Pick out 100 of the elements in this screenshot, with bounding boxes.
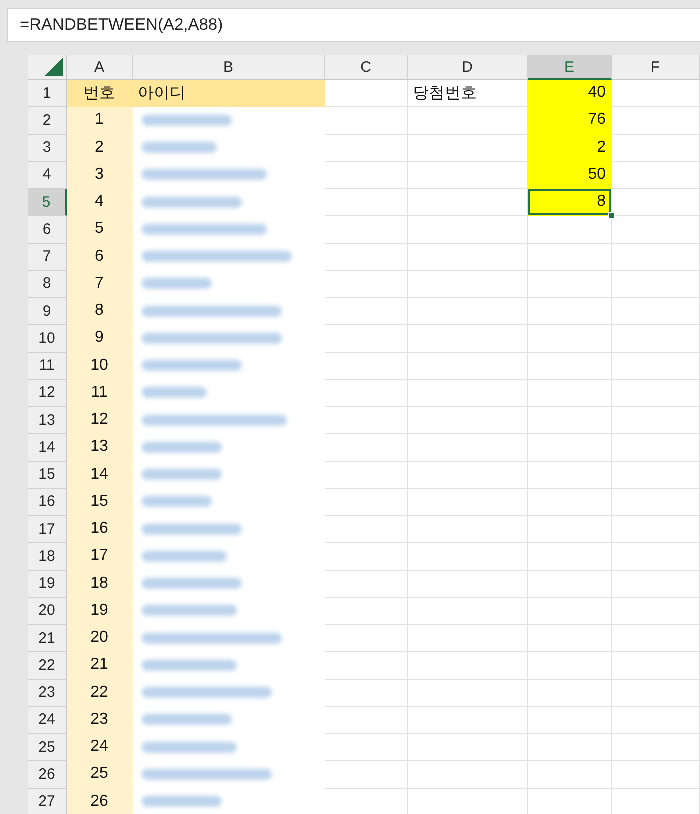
spreadsheet-cell[interactable] xyxy=(528,680,612,707)
spreadsheet-cell[interactable]: 25 xyxy=(67,761,133,788)
spreadsheet-cell[interactable] xyxy=(528,298,612,326)
row-header[interactable]: 25 xyxy=(28,734,67,762)
spreadsheet-cell[interactable] xyxy=(408,434,528,462)
spreadsheet-cell[interactable] xyxy=(612,434,700,462)
spreadsheet-cell[interactable] xyxy=(325,734,408,762)
row-header[interactable]: 17 xyxy=(28,516,67,544)
spreadsheet-cell[interactable] xyxy=(528,488,612,516)
spreadsheet-cell[interactable] xyxy=(612,488,700,516)
spreadsheet-cell[interactable] xyxy=(528,352,612,380)
spreadsheet-cell[interactable] xyxy=(408,761,528,788)
spreadsheet-cell[interactable] xyxy=(408,625,528,652)
spreadsheet-cell[interactable] xyxy=(612,325,700,352)
spreadsheet-cell[interactable] xyxy=(528,462,612,489)
spreadsheet-cell[interactable]: 8 xyxy=(67,298,133,326)
spreadsheet-cell[interactable]: 40 xyxy=(528,80,612,108)
spreadsheet-cell[interactable] xyxy=(408,706,528,734)
row-header[interactable]: 27 xyxy=(28,788,67,814)
row-header[interactable]: 21 xyxy=(28,625,67,652)
spreadsheet-cell[interactable] xyxy=(325,162,408,189)
spreadsheet-cell[interactable]: 6 xyxy=(67,244,133,271)
row-header[interactable]: 24 xyxy=(28,706,67,734)
spreadsheet-cell[interactable] xyxy=(325,488,408,516)
spreadsheet-cell[interactable] xyxy=(612,216,700,244)
spreadsheet-cell[interactable] xyxy=(408,462,528,489)
spreadsheet-cell[interactable] xyxy=(408,325,528,352)
spreadsheet-cell[interactable]: 18 xyxy=(67,570,133,598)
spreadsheet-cell[interactable] xyxy=(528,598,612,625)
spreadsheet-cell[interactable] xyxy=(325,543,408,570)
spreadsheet-cell[interactable] xyxy=(612,652,700,680)
spreadsheet-cell[interactable] xyxy=(528,734,612,762)
spreadsheet-cell[interactable] xyxy=(528,652,612,680)
spreadsheet-cell[interactable] xyxy=(408,680,528,707)
spreadsheet-cell[interactable]: 3 xyxy=(67,162,133,189)
spreadsheet-cell[interactable] xyxy=(612,107,700,134)
spreadsheet-cell[interactable] xyxy=(408,598,528,625)
spreadsheet-cell[interactable]: 50 xyxy=(528,162,612,189)
spreadsheet-cell[interactable]: 11 xyxy=(67,380,133,407)
spreadsheet-cell[interactable] xyxy=(325,788,408,814)
spreadsheet-cell[interactable] xyxy=(528,216,612,244)
spreadsheet-cell[interactable]: 20 xyxy=(67,625,133,652)
spreadsheet-cell[interactable] xyxy=(325,80,408,108)
spreadsheet-cell[interactable]: 9 xyxy=(67,325,133,352)
row-header[interactable]: 22 xyxy=(28,652,67,680)
spreadsheet-cell[interactable]: 5 xyxy=(67,216,133,244)
spreadsheet-cell[interactable] xyxy=(612,570,700,598)
row-header[interactable]: 1 xyxy=(28,80,67,108)
spreadsheet-cell[interactable] xyxy=(325,352,408,380)
row-header[interactable]: 9 xyxy=(28,298,67,326)
spreadsheet-cell[interactable]: 23 xyxy=(67,706,133,734)
spreadsheet-cell[interactable] xyxy=(612,134,700,162)
spreadsheet-cell[interactable] xyxy=(408,270,528,298)
row-header[interactable]: 6 xyxy=(28,216,67,244)
spreadsheet-cell[interactable] xyxy=(408,380,528,407)
spreadsheet-cell[interactable] xyxy=(325,570,408,598)
spreadsheet-cell[interactable]: 26 xyxy=(67,788,133,814)
spreadsheet-cell[interactable] xyxy=(325,761,408,788)
spreadsheet-cell[interactable]: 24 xyxy=(67,734,133,762)
spreadsheet-cell[interactable] xyxy=(612,788,700,814)
row-header[interactable]: 19 xyxy=(28,570,67,598)
spreadsheet-cell[interactable] xyxy=(528,570,612,598)
column-header[interactable]: D xyxy=(408,55,528,80)
spreadsheet-cell[interactable] xyxy=(528,407,612,434)
spreadsheet-cell[interactable] xyxy=(528,761,612,788)
spreadsheet-cell[interactable] xyxy=(612,162,700,189)
spreadsheet-cell[interactable] xyxy=(325,598,408,625)
row-header[interactable]: 26 xyxy=(28,761,67,788)
row-header[interactable]: 15 xyxy=(28,462,67,489)
spreadsheet-cell[interactable]: 8 xyxy=(528,189,612,216)
spreadsheet-cell[interactable] xyxy=(612,543,700,570)
spreadsheet-cell[interactable] xyxy=(325,407,408,434)
spreadsheet-cell[interactable] xyxy=(408,189,528,216)
spreadsheet-cell[interactable] xyxy=(325,706,408,734)
row-header[interactable]: 14 xyxy=(28,434,67,462)
row-header[interactable]: 12 xyxy=(28,380,67,407)
fill-handle[interactable] xyxy=(608,212,615,220)
row-header[interactable]: 2 xyxy=(28,107,67,134)
spreadsheet-cell[interactable]: 17 xyxy=(67,543,133,570)
spreadsheet-cell[interactable] xyxy=(325,325,408,352)
spreadsheet-cell[interactable]: 19 xyxy=(67,598,133,625)
spreadsheet-cell[interactable] xyxy=(325,434,408,462)
spreadsheet-cell[interactable] xyxy=(325,680,408,707)
spreadsheet-cell[interactable]: 21 xyxy=(67,652,133,680)
spreadsheet-cell[interactable] xyxy=(408,734,528,762)
spreadsheet-cell[interactable] xyxy=(612,761,700,788)
column-header[interactable]: B xyxy=(133,55,325,80)
column-header[interactable]: C xyxy=(325,55,408,80)
spreadsheet-cell[interactable] xyxy=(612,80,700,108)
row-header[interactable]: 8 xyxy=(28,270,67,298)
spreadsheet-cell[interactable]: 10 xyxy=(67,352,133,380)
spreadsheet-cell[interactable] xyxy=(612,516,700,544)
spreadsheet-cell[interactable] xyxy=(528,543,612,570)
spreadsheet-cell[interactable] xyxy=(408,516,528,544)
spreadsheet-cell[interactable] xyxy=(528,244,612,271)
spreadsheet-cell[interactable] xyxy=(528,788,612,814)
spreadsheet-cell[interactable] xyxy=(612,680,700,707)
spreadsheet-cell[interactable] xyxy=(408,788,528,814)
spreadsheet-cell[interactable]: 14 xyxy=(67,462,133,489)
spreadsheet-cell[interactable] xyxy=(325,462,408,489)
